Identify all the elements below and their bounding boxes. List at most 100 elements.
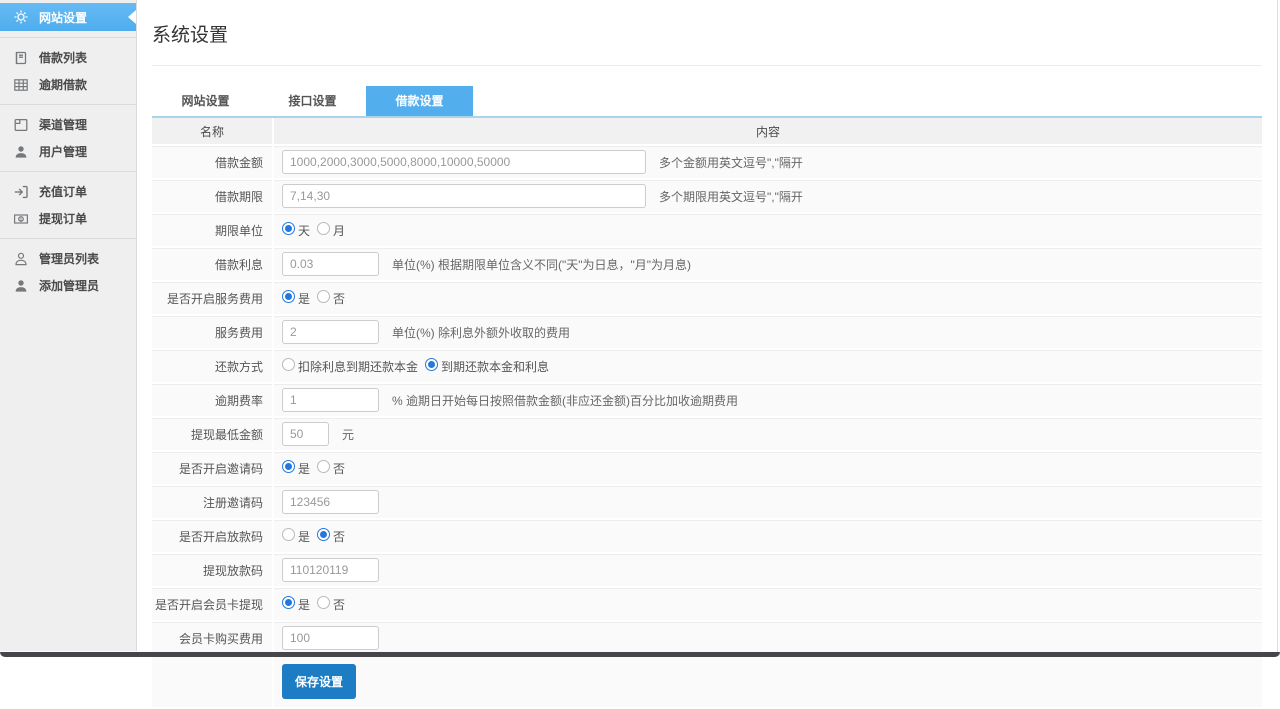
repay-method-radio-label-1[interactable]: 到期还款本金和利息 (441, 360, 549, 374)
term-unit-radio-0-checked[interactable] (282, 222, 295, 235)
save-row: 保存设置 (152, 656, 1262, 709)
sidebar-item-user-management[interactable]: 用户管理 (0, 138, 136, 165)
loan-interest-input[interactable] (282, 252, 379, 276)
grid-icon (13, 77, 29, 93)
member-card-fee-input[interactable] (282, 626, 379, 650)
sidebar-item-loan-list[interactable]: 借款列表 (0, 44, 136, 71)
sidebar-item-admin-list[interactable]: 管理员列表 (0, 245, 136, 272)
settings-row-service-fee: 服务费用单位(%) 除利息外额外收取的费用 (152, 316, 1262, 350)
overdue-rate-hint: % 逾期日开始每日按照借款金额(非应还金额)百分比加收逾期费用 (392, 394, 738, 408)
member-card-withdraw-enabled-radio-label-0[interactable]: 是 (298, 598, 310, 612)
term-unit-radio-label-1[interactable]: 月 (333, 224, 345, 238)
sidebar-item-site-settings[interactable]: 网站设置 (0, 3, 136, 31)
service-fee-input[interactable] (282, 320, 379, 344)
sidebar-group: 充值订单 1提现订单 (0, 175, 136, 235)
window-bottom-bar (0, 652, 1280, 657)
recharge-icon (13, 184, 29, 200)
settings-row-register-invite-code: 注册邀请码 (152, 486, 1262, 520)
service-fee-enabled-radio-1[interactable] (317, 290, 330, 303)
sidebar-item-recharge-orders[interactable]: 充值订单 (0, 178, 136, 205)
row-label-repay-method: 还款方式 (152, 350, 274, 384)
row-content-member-card-withdraw-enabled: 是否 (274, 588, 1262, 622)
svg-text:1: 1 (20, 216, 23, 222)
settings-row-overdue-rate: 逾期费率 % 逾期日开始每日按照借款金额(非应还金额)百分比加收逾期费用 (152, 384, 1262, 418)
row-label-loan-term: 借款期限 (152, 180, 274, 214)
settings-row-min-withdraw-amount: 提现最低金额元 (152, 418, 1262, 452)
repay-method-radio-0[interactable] (282, 358, 295, 371)
settings-row-term-unit: 期限单位天月 (152, 214, 1262, 248)
loan-amount-hint: 多个金额用英文逗号","隔开 (659, 156, 803, 170)
channel-icon (13, 117, 29, 133)
sidebar-item-label: 添加管理员 (39, 277, 99, 294)
settings-row-loan-interest: 借款利息单位(%) 根据期限单位含义不同("天"为日息，"月"为月息) (152, 248, 1262, 282)
sidebar: 网站设置借款列表逾期借款渠道管理用户管理充值订单 1提现订单管理员列表添加管理员 (0, 0, 137, 651)
tab-site-settings[interactable]: 网站设置 (152, 86, 259, 116)
invite-code-enabled-radio-1[interactable] (317, 460, 330, 473)
row-content-register-invite-code (274, 486, 1262, 520)
tab-loan-settings[interactable]: 借款设置 (366, 86, 473, 116)
loan-term-input[interactable] (282, 184, 646, 208)
min-withdraw-amount-input[interactable] (282, 422, 329, 446)
withdraw-grant-code-input[interactable] (282, 558, 379, 582)
sidebar-item-label: 用户管理 (39, 143, 87, 160)
title-divider (152, 65, 1262, 66)
row-label-grant-code-enabled: 是否开启放款码 (152, 520, 274, 554)
save-settings-button[interactable]: 保存设置 (282, 664, 356, 699)
row-content-loan-amount: 多个金额用英文逗号","隔开 (274, 146, 1262, 180)
service-fee-enabled-radio-label-1[interactable]: 否 (333, 292, 345, 306)
column-header-content: 内容 (274, 118, 1262, 146)
service-fee-enabled-radio-0-checked[interactable] (282, 290, 295, 303)
sidebar-group: 借款列表逾期借款 (0, 41, 136, 101)
user-icon (13, 144, 29, 160)
register-invite-code-input[interactable] (282, 490, 379, 514)
member-card-withdraw-enabled-radio-1[interactable] (317, 596, 330, 609)
grant-code-enabled-radio-1-checked[interactable] (317, 528, 330, 541)
sidebar-item-label: 网站设置 (39, 9, 87, 26)
sidebar-item-withdraw-orders[interactable]: 1提现订单 (0, 205, 136, 232)
service-fee-enabled-radio-label-0[interactable]: 是 (298, 292, 310, 306)
invite-code-enabled-radio-label-1[interactable]: 否 (333, 462, 345, 476)
row-content-term-unit: 天月 (274, 214, 1262, 248)
grant-code-enabled-radio-label-0[interactable]: 是 (298, 530, 310, 544)
member-card-withdraw-enabled-radio-label-1[interactable]: 否 (333, 598, 345, 612)
row-label-member-card-withdraw-enabled: 是否开启会员卡提现 (152, 588, 274, 622)
settings-row-service-fee-enabled: 是否开启服务费用是否 (152, 282, 1262, 316)
invite-code-enabled-radio-label-0[interactable]: 是 (298, 462, 310, 476)
sidebar-item-label: 充值订单 (39, 183, 87, 200)
sidebar-item-label: 渠道管理 (39, 116, 87, 133)
row-label-member-card-fee: 会员卡购买费用 (152, 622, 274, 656)
tab-api-settings[interactable]: 接口设置 (259, 86, 366, 116)
sidebar-group: 渠道管理用户管理 (0, 108, 136, 168)
sidebar-group: 管理员列表添加管理员 (0, 242, 136, 302)
term-unit-radio-1[interactable] (317, 222, 330, 235)
row-content-invite-code-enabled: 是否 (274, 452, 1262, 486)
banknote-icon: 1 (13, 211, 29, 227)
sidebar-item-channel-management[interactable]: 渠道管理 (0, 111, 136, 138)
admin-outline-icon (13, 251, 29, 267)
main-content: 系统设置 网站设置接口设置借款设置 名称 内容 借款金额多个金额用英文逗号","… (138, 0, 1280, 657)
repay-method-radio-label-0[interactable]: 扣除利息到期还款本金 (298, 360, 418, 374)
overdue-rate-input[interactable] (282, 388, 379, 412)
sidebar-item-add-admin[interactable]: 添加管理员 (0, 272, 136, 299)
sidebar-divider (0, 238, 136, 239)
invite-code-enabled-radio-0-checked[interactable] (282, 460, 295, 473)
repay-method-radio-1-checked[interactable] (425, 358, 438, 371)
grant-code-enabled-radio-0[interactable] (282, 528, 295, 541)
loan-term-hint: 多个期限用英文逗号","隔开 (659, 190, 803, 204)
grant-code-enabled-radio-label-1[interactable]: 否 (333, 530, 345, 544)
tab-list: 网站设置接口设置借款设置 (152, 86, 1262, 116)
row-label-overdue-rate: 逾期费率 (152, 384, 274, 418)
tab-bar: 网站设置接口设置借款设置 (152, 86, 1262, 118)
loan-amount-input[interactable] (282, 150, 646, 174)
row-content-grant-code-enabled: 是否 (274, 520, 1262, 554)
settings-row-loan-term: 借款期限 多个期限用英文逗号","隔开 (152, 180, 1262, 214)
settings-row-loan-amount: 借款金额多个金额用英文逗号","隔开 (152, 146, 1262, 180)
row-label-min-withdraw-amount: 提现最低金额 (152, 418, 274, 452)
sidebar-item-overdue-loans[interactable]: 逾期借款 (0, 71, 136, 98)
settings-table: 名称 内容 借款金额多个金额用英文逗号","隔开借款期限多个期限用英文逗号","… (152, 118, 1262, 709)
row-label-term-unit: 期限单位 (152, 214, 274, 248)
term-unit-radio-label-0[interactable]: 天 (298, 224, 310, 238)
settings-row-member-card-withdraw-enabled: 是否开启会员卡提现是否 (152, 588, 1262, 622)
sidebar-item-label: 管理员列表 (39, 250, 99, 267)
member-card-withdraw-enabled-radio-0-checked[interactable] (282, 596, 295, 609)
